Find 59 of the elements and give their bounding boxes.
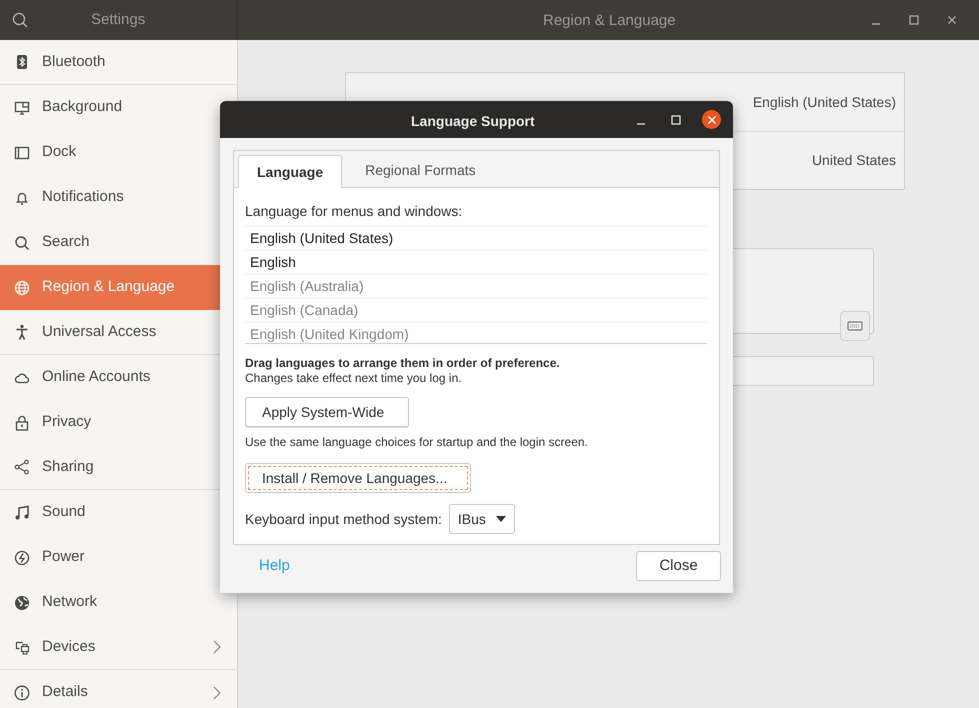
- list-label: Language for menus and windows:: [245, 202, 464, 221]
- maximize-icon: [909, 15, 919, 25]
- input-method-dropdown[interactable]: IBus: [448, 504, 515, 534]
- changes-note: Changes take effect next time you log in.: [245, 371, 463, 385]
- info-icon: [14, 684, 30, 700]
- language-item[interactable]: English (Canada): [245, 298, 707, 322]
- monitor-icon: [14, 100, 30, 116]
- language-item[interactable]: English (United States): [245, 226, 707, 250]
- person-icon: [14, 324, 30, 340]
- devices-icon: [14, 639, 30, 655]
- maximize-icon: [671, 114, 681, 124]
- language-item[interactable]: English (United Kingdom): [245, 322, 707, 343]
- sidebar-item[interactable]: Online Accounts: [0, 355, 237, 400]
- chevron-icon: [213, 686, 221, 700]
- apply-note: Use the same language choices for startup and the login screen.: [245, 434, 589, 451]
- close-dialog-button[interactable]: Close: [636, 551, 721, 581]
- dialog-title: Language Support: [411, 112, 535, 131]
- chevron-icon: [213, 640, 221, 654]
- sidebar-item[interactable]: Dock: [0, 130, 237, 175]
- drag-hint: Drag languages to arrange them in order of preference.: [245, 355, 561, 371]
- power-icon: [14, 550, 30, 566]
- sidebar-title: Settings: [91, 10, 146, 30]
- apply-button[interactable]: Apply System-Wide: [245, 397, 409, 427]
- language-item[interactable]: English (Australia): [245, 274, 707, 298]
- close-icon: [706, 114, 716, 124]
- search-icon: [12, 12, 28, 28]
- share-icon: [14, 459, 30, 475]
- panel-icon: [14, 144, 30, 160]
- sidebar-item[interactable]: Search: [0, 220, 237, 265]
- globe-icon: [14, 280, 30, 296]
- keyboard-icon: [847, 320, 863, 332]
- minimize-icon: [637, 122, 645, 124]
- search-icon: [14, 234, 30, 250]
- music-note-icon: [14, 504, 30, 520]
- input-method-label: Keyboard input method system:: [245, 510, 442, 529]
- lock-icon: [14, 414, 30, 430]
- close-icon: [947, 15, 957, 25]
- sidebar-item[interactable]: Privacy: [0, 400, 237, 445]
- window-title: Region & Language: [543, 11, 676, 31]
- sidebar-item[interactable]: Bluetooth: [0, 40, 237, 85]
- sidebar-item[interactable]: Background: [0, 85, 237, 130]
- bluetooth-icon: [14, 54, 30, 70]
- sidebar-item[interactable]: Details: [0, 670, 237, 708]
- sidebar-item[interactable]: Power: [0, 535, 237, 580]
- install-button[interactable]: Install / Remove Languages...: [245, 463, 471, 493]
- language-item[interactable]: English: [245, 250, 707, 274]
- tab[interactable]: Regional Formats: [342, 154, 499, 187]
- keyboard-button[interactable]: [840, 311, 870, 341]
- caret-icon: [496, 516, 506, 522]
- sidebar-item[interactable]: Network: [0, 580, 237, 625]
- globe-icon: [14, 594, 30, 610]
- setting-value: United States: [812, 151, 896, 170]
- sidebar-item[interactable]: Devices: [0, 625, 237, 670]
- close-button[interactable]: [702, 110, 721, 129]
- sidebar-item[interactable]: Sound: [0, 490, 237, 535]
- setting-value: English (United States): [752, 92, 896, 112]
- tab[interactable]: Language: [238, 155, 342, 188]
- sidebar-item[interactable]: Notifications: [0, 175, 237, 220]
- minimize-icon: [872, 23, 880, 25]
